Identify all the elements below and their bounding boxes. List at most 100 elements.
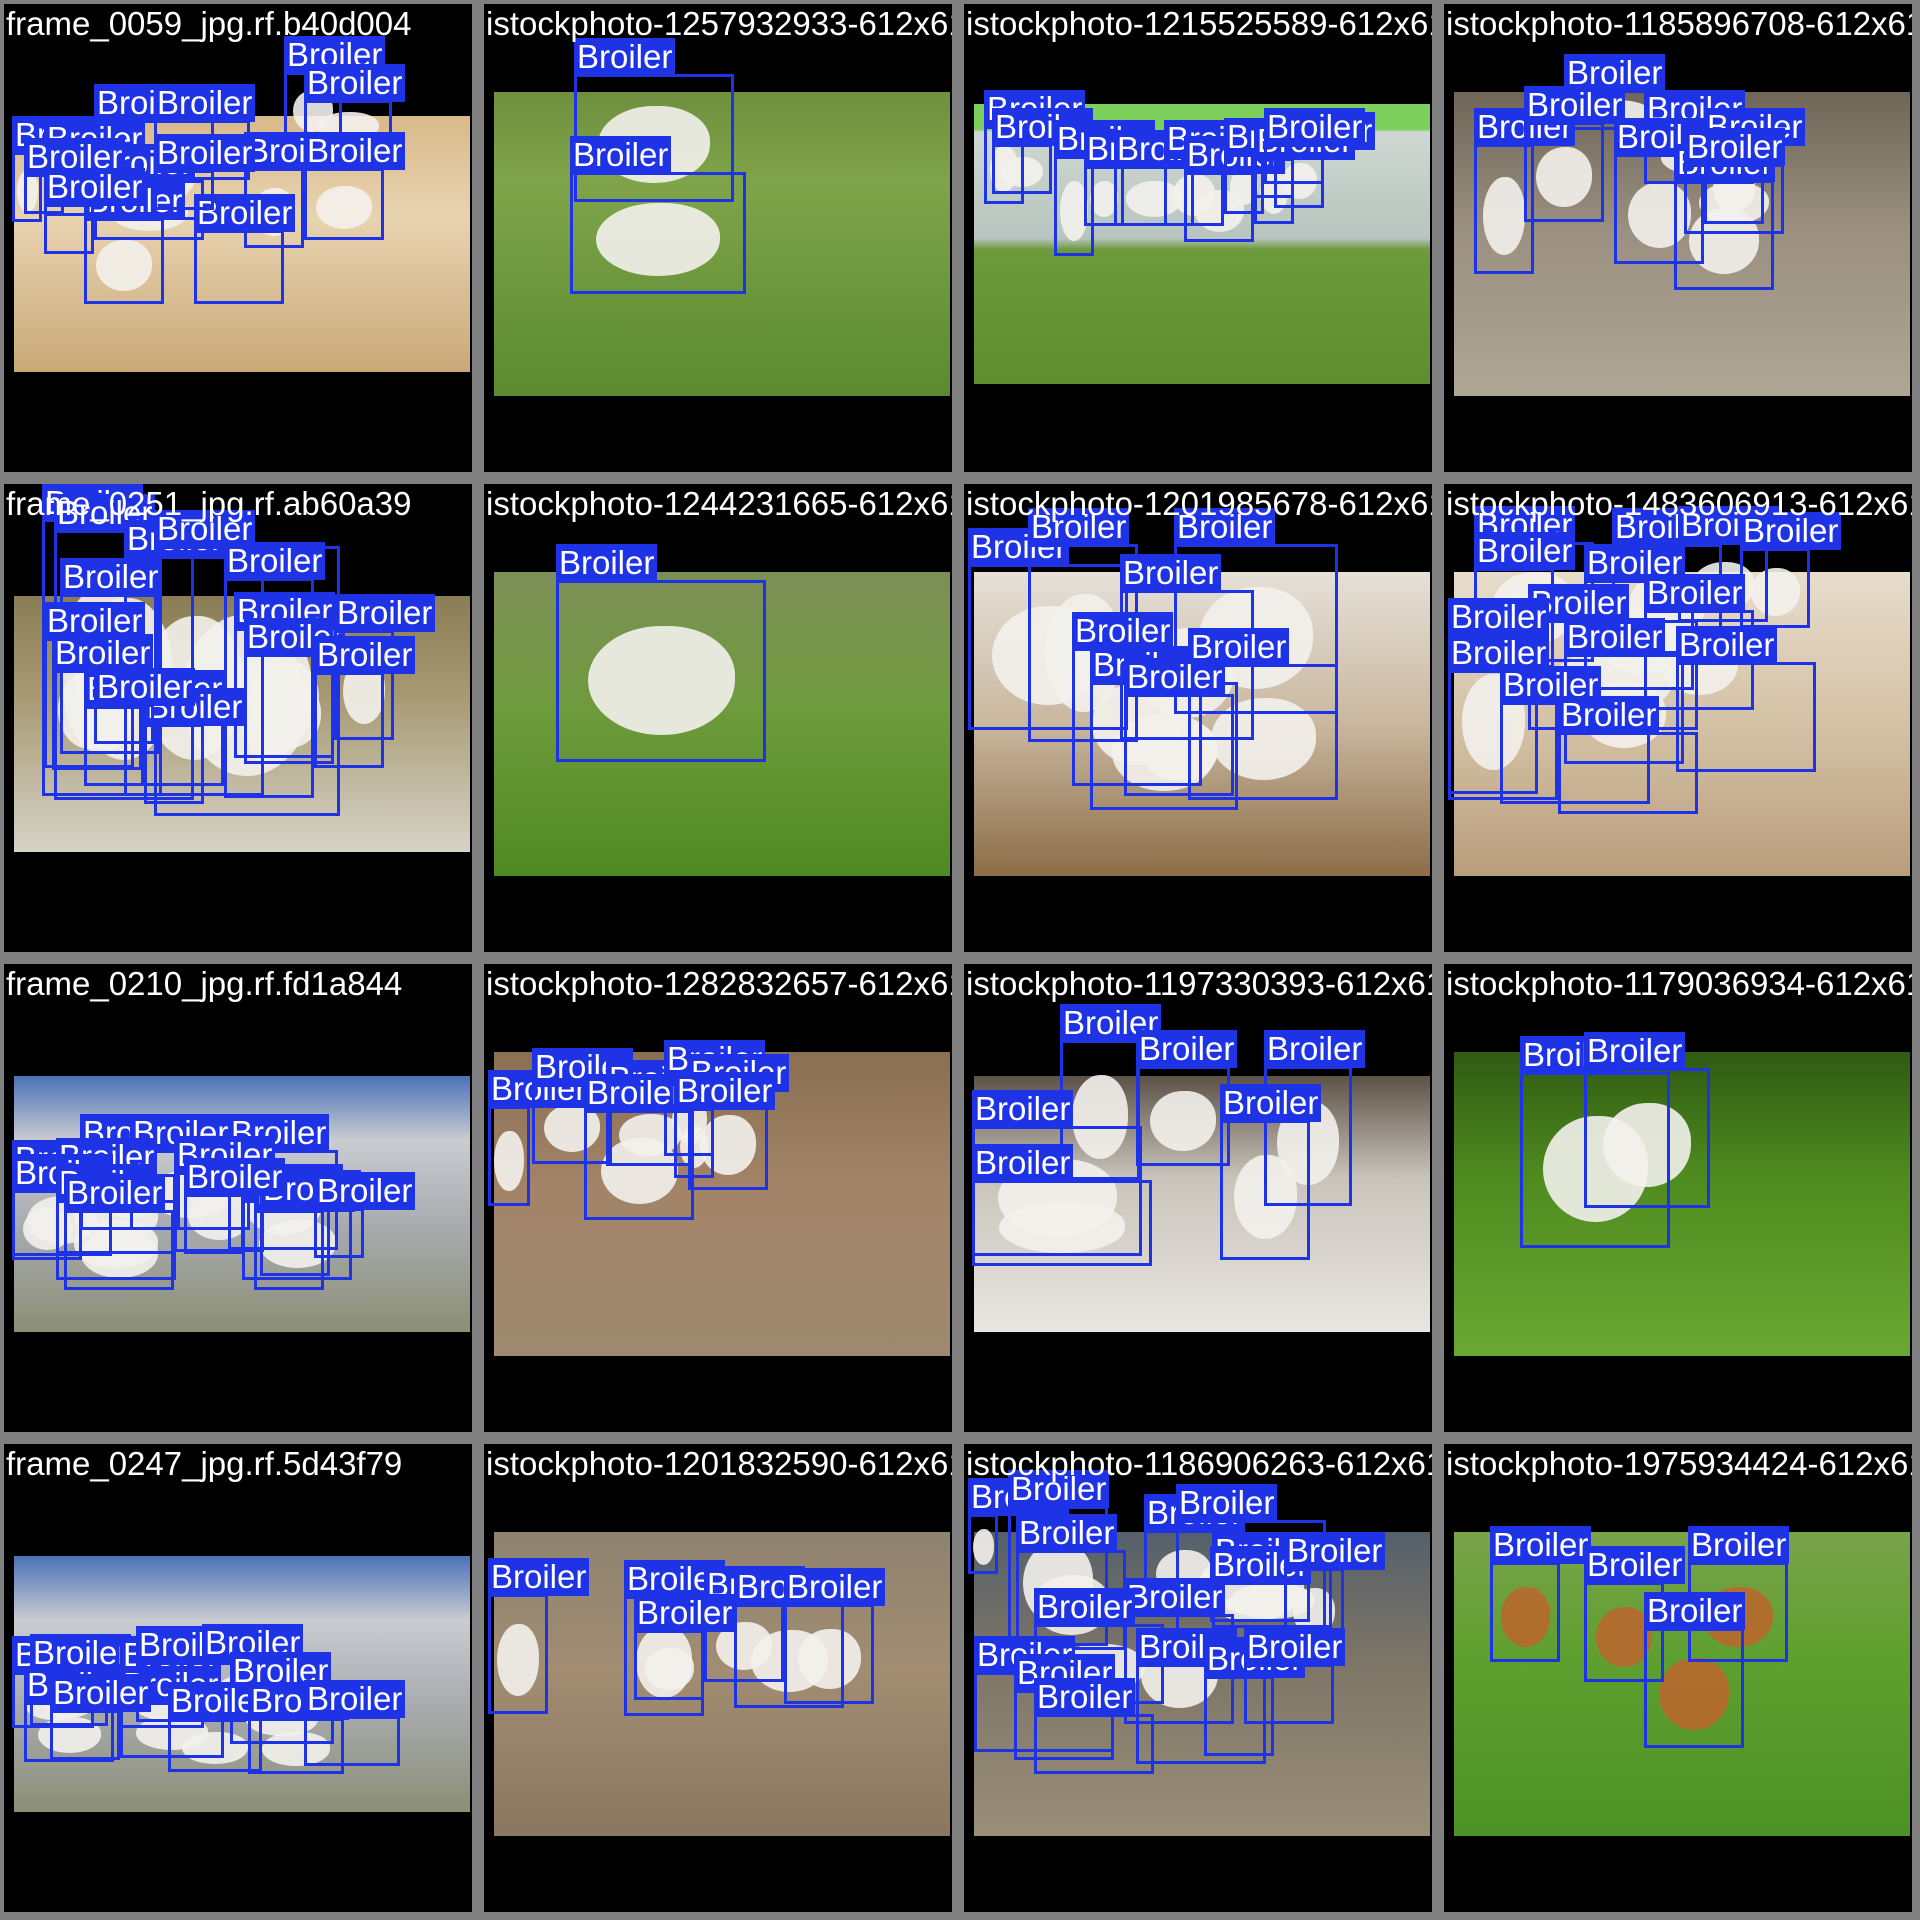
detection-box (50, 1710, 120, 1760)
tile-filename: istockphoto-1197330393-612x612_jpg.rf.3 (966, 965, 1432, 1002)
detection-label: Broiler (1034, 1588, 1136, 1626)
detection-label: Broiler (314, 636, 416, 674)
mosaic-tile: BroilerBroilerBroilerBroilerBroilerBroil… (4, 484, 472, 952)
mosaic-tile: Broiler Broiler istockphoto-1257932933-612… (484, 4, 952, 472)
tile-filename: istockphoto-1201832590-612x612_jpg.rf.4 (486, 1445, 952, 1482)
detection-label: Broiler (1264, 1030, 1366, 1068)
detection-label: Broiler (1688, 1526, 1790, 1564)
tile-filename: frame_0251_jpg.rf.ab60a39 (6, 485, 412, 522)
mosaic-tile: BroilerBroilerBroilerBroilerBroilerBroil… (964, 964, 1432, 1432)
mosaic-tile: BroilerBroilerBroilerBroilerBroilerBroil… (1444, 4, 1912, 472)
detection-label: Broiler (1264, 108, 1366, 146)
detection-label: Broiler (972, 1144, 1074, 1182)
detection-label: Broiler (584, 1074, 686, 1112)
mosaic-tile: BroilerBroilerBroilerBroilerBroilerBroil… (4, 4, 472, 472)
detection-label: Broiler (50, 1674, 152, 1712)
detection-box (972, 1180, 1152, 1266)
detection-label: Broiler (1072, 612, 1174, 650)
detection-label: Broiler (1474, 532, 1576, 570)
detection-box (64, 1210, 174, 1290)
mosaic-tile: BroilerBroilerBroilerBroilerBroilerBroil… (964, 1444, 1432, 1912)
detection-mosaic: Broiler Broiler Broiler Broiler Broiler Broil… (0, 0, 1920, 1920)
detection-label: Broiler (1120, 554, 1222, 592)
detection-label: Broiler (184, 1158, 286, 1196)
detection-label: Broiler (1684, 128, 1786, 166)
detection-box (184, 1194, 244, 1254)
detection-box (1244, 1664, 1334, 1724)
detection-label: Broiler (1584, 1032, 1686, 1070)
detection-label: Broiler (1176, 1484, 1278, 1522)
detection-label: Broiler (488, 1558, 590, 1596)
detection-box (488, 1594, 548, 1714)
detection-label: Broiler (224, 542, 326, 580)
detection-label: Broiler (1124, 658, 1226, 696)
detection-box (1490, 1562, 1560, 1662)
tile-filename: istockphoto-1215525589-612x612_jpg.rf.1 (966, 5, 1432, 42)
detection-label: Broiler (64, 1174, 166, 1212)
detection-label: Broiler (1016, 1514, 1118, 1552)
detection-label: Broiler (154, 84, 256, 122)
detection-label: Broiler (60, 558, 162, 596)
detection-box (1264, 144, 1324, 184)
detection-label: Broiler (1558, 696, 1660, 734)
detection-box (94, 704, 154, 744)
tile-filename: istockphoto-1185896708-612x612_jpg.rf.1 (1446, 5, 1912, 42)
mosaic-tile: BroilerBroilerBroilerBroilerBroilerBroil… (964, 484, 1432, 952)
mosaic-tile: Broiler istockphoto-1244231665-612x612_jp… (484, 484, 952, 952)
tile-filename: istockphoto-1257932933-612x612_jpg.rf.d (486, 5, 952, 42)
detection-label: Broiler (44, 168, 146, 206)
detection-label: Broiler (784, 1568, 886, 1606)
detection-box (304, 168, 384, 240)
detection-label: Broiler (556, 544, 658, 582)
tile-filename: frame_0210_jpg.rf.fd1a844 (6, 965, 403, 1002)
detection-box (634, 1630, 704, 1700)
detection-label: Broiler (1644, 1592, 1746, 1630)
detection-label: Broiler (1644, 574, 1746, 612)
detection-label: Broiler (1524, 86, 1626, 124)
detection-label: Broiler (304, 64, 406, 102)
detection-label: Broiler (1448, 598, 1550, 636)
detection-box (556, 580, 766, 762)
detection-box (1684, 164, 1784, 234)
tile-filename: istockphoto-1201985678-612x612_jpg.rf.1 (966, 485, 1432, 522)
tile-filename: istockphoto-1244231665-612x612_jpg.rf.b (486, 485, 952, 522)
detection-box (1584, 1068, 1710, 1208)
detection-box (154, 170, 214, 210)
detection-box (992, 144, 1052, 194)
detection-box (1524, 122, 1604, 222)
detection-box (314, 1208, 364, 1258)
detection-label: Broiler (1220, 1084, 1322, 1122)
tile-filename: istockphoto-1186906263-612x612_jpg.rf.0 (966, 1445, 1432, 1482)
detection-box (1558, 732, 1698, 814)
detection-box (44, 204, 94, 254)
tile-filename: frame_0059_jpg.rf.b40d004 (6, 5, 412, 42)
detection-label: Broiler (314, 1172, 416, 1210)
detection-box (314, 672, 384, 768)
detection-box (194, 230, 284, 304)
tile-filename: istockphoto-1282832657-612x612_jpg.rf.6 (486, 965, 952, 1002)
detection-box (570, 172, 746, 294)
tile-filename: istockphoto-1483606913-612x612_jpg.rf.c (1446, 485, 1912, 522)
detection-label: Broiler (52, 634, 154, 672)
detection-box (1220, 1120, 1310, 1260)
detection-label: Broiler (972, 1090, 1074, 1128)
detection-box (1136, 1066, 1230, 1166)
detection-label: Broiler (1034, 1678, 1136, 1716)
detection-label: Broiler (674, 1072, 776, 1110)
detection-label: Broiler (1136, 1030, 1238, 1068)
detection-label: Broiler (1244, 1628, 1346, 1666)
detection-label: Broiler (154, 134, 256, 172)
detection-label: Broiler (334, 594, 436, 632)
mosaic-tile: Broiler Broiler Broiler Broiler istockphoto-… (1444, 1444, 1912, 1912)
mosaic-tile: BroilerBroilerBroilerBroilerBroilerBroil… (4, 1444, 472, 1912)
detection-box (784, 1604, 874, 1704)
detection-box (488, 1106, 530, 1206)
detection-box (304, 1716, 400, 1766)
mosaic-tile: BroilerBroilerBroilerBroilerBroilerBroil… (964, 4, 1432, 472)
detection-box (1124, 694, 1234, 796)
detection-label: Broiler (1124, 1578, 1226, 1616)
tile-filename: istockphoto-1975934424-612x612_jpg.rf.1 (1446, 1445, 1912, 1482)
detection-label: Broiler (304, 132, 406, 170)
detection-label: Broiler (1490, 1526, 1592, 1564)
detection-box (674, 1108, 714, 1178)
